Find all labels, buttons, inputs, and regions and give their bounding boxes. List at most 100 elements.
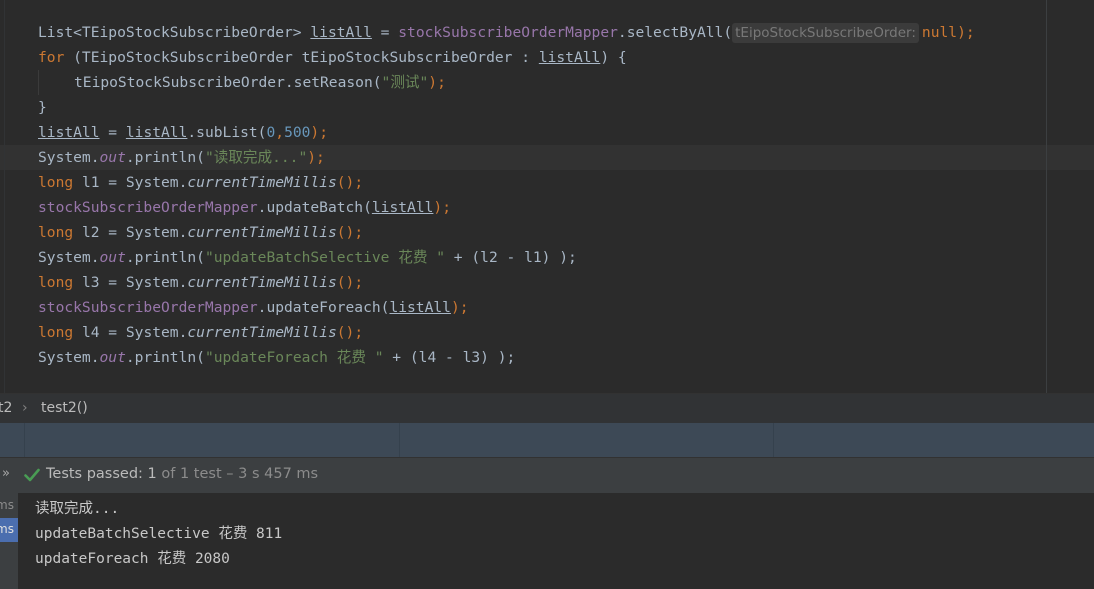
code-token: .println( [125,149,205,166]
breadcrumb-class[interactable]: t2 [0,400,12,416]
code-line-14[interactable]: System.out.println("updateForeach 花费 " +… [38,345,515,370]
code-editor[interactable]: List<TEipoStockSubscribeOrder> listAll =… [0,0,1094,393]
code-token: l4 = System. [73,324,188,341]
code-token: "测试" [381,74,429,91]
check-icon [24,468,40,486]
code-token: stockSubscribeOrderMapper [38,299,258,316]
code-line-8[interactable]: stockSubscribeOrderMapper.updateBatch(li… [38,195,451,220]
code-token: .subList( [187,124,267,141]
right-margin-guide [1046,0,1047,393]
code-token: "读取完成..." [204,149,308,166]
code-token: out [99,149,126,166]
code-token: = [99,124,126,141]
code-token: ); [957,24,975,41]
code-line-4[interactable]: } [38,95,47,120]
console-line: updateForeach 花费 2080 [35,551,230,567]
console-line: updateBatchSelective 花费 811 [35,526,283,542]
code-token: listAll [38,124,100,141]
test-duration[interactable]: ms [0,498,14,512]
expand-arrows-icon[interactable]: » [2,466,10,481]
code-token: out [99,349,126,366]
code-token: List<TEipoStockSubscribeOrder> [38,24,311,41]
tab-separator [24,423,25,457]
code-line-11[interactable]: long l3 = System.currentTimeMillis(); [38,270,363,295]
code-token: l3 = System. [73,274,188,291]
code-token: long [38,274,74,291]
gutter-edge [4,0,5,393]
code-token: listAll [389,299,451,316]
code-token: l1 = System. [73,174,188,191]
code-line-6[interactable]: System.out.println("读取完成..."); [38,145,325,170]
code-token: 0 [266,124,276,141]
code-token: .selectByAll( [617,24,733,41]
code-token: long [38,174,74,191]
tests-passed-label: Tests passed: [46,466,148,482]
breadcrumb-method[interactable]: test2() [41,400,88,416]
code-token: null [921,24,958,41]
code-token: listAll [310,24,372,41]
code-token: currentTimeMillis [187,224,337,241]
code-token: stockSubscribeOrderMapper [38,199,258,216]
code-token: (); [336,224,364,241]
code-token: + (l2 - l1) ); [445,249,577,266]
code-token: listAll [538,49,601,66]
code-token: for [38,49,65,66]
test-summary: of 1 test – 3 s 457 ms [156,466,319,482]
code-token: ); [307,149,325,166]
code-token: out [99,249,126,266]
code-token: (); [336,174,364,191]
code-token: .updateForeach( [257,299,390,316]
code-token: (); [336,274,364,291]
code-token: System. [38,149,100,166]
code-token: ); [310,124,328,141]
code-line-5[interactable]: listAll = listAll.subList(0,500); [38,120,328,145]
code-token: } [38,99,47,116]
test-duration-selected: ms [0,522,14,536]
code-line-12[interactable]: stockSubscribeOrderMapper.updateForeach(… [38,295,469,320]
run-tab-strip [0,423,1094,457]
code-token: .println( [125,349,205,366]
code-token: = [371,24,399,41]
code-token: .println( [125,249,205,266]
code-token: .updateBatch( [257,199,372,216]
code-token: (); [336,324,364,341]
code-token: long [38,324,74,341]
passed-count: 1 [147,466,157,482]
code-token: listAll [125,124,188,141]
test-status-bar: » Tests passed: 1 of 1 test – 3 s 457 ms [0,457,1094,494]
test-result-message: Tests passed: 1 of 1 test – 3 s 457 ms [46,466,318,482]
tab-separator [773,423,774,457]
code-token: , [275,124,285,141]
console-output[interactable]: ms ms 读取完成... updateBatchSelective 花费 81… [0,493,1094,589]
tab-separator [399,423,400,457]
code-token: System. [38,249,100,266]
code-token: ) { [600,49,627,66]
code-token: tEipoStockSubscribeOrder.setReason( [74,74,382,91]
code-token: currentTimeMillis [187,174,337,191]
code-token: 500 [284,124,311,141]
code-line-9[interactable]: long l2 = System.currentTimeMillis(); [38,220,363,245]
code-token: ); [428,74,446,91]
parameter-hint: tEipoStockSubscribeOrder: [732,23,919,43]
code-token: System. [38,349,100,366]
code-token: currentTimeMillis [187,274,337,291]
code-token: stockSubscribeOrderMapper [398,24,618,41]
code-token: long [38,224,74,241]
code-token: + (l4 - l3) ); [383,349,516,366]
code-line-7[interactable]: long l1 = System.currentTimeMillis(); [38,170,363,195]
code-token: (TEipoStockSubscribeOrder tEipoStockSubs… [64,49,539,66]
test-tree-selected-row[interactable]: ms [0,518,18,542]
indent-guide [38,70,39,95]
breadcrumb: t2 › test2() [0,393,1094,424]
code-token: "updateBatchSelective 花费 " [204,249,446,266]
code-line-3[interactable]: tEipoStockSubscribeOrder.setReason("测试")… [74,70,446,95]
code-line-2[interactable]: for (TEipoStockSubscribeOrder tEipoStock… [38,45,627,70]
code-token: "updateForeach 花费 " [204,349,384,366]
code-line-10[interactable]: System.out.println("updateBatchSelective… [38,245,577,270]
code-line-1[interactable]: List<TEipoStockSubscribeOrder> listAll =… [38,20,975,45]
test-tree-panel: ms ms [0,493,18,589]
breadcrumb-separator: › [22,400,28,416]
code-token: listAll [371,199,434,216]
console-line: 读取完成... [35,501,120,517]
code-line-13[interactable]: long l4 = System.currentTimeMillis(); [38,320,363,345]
